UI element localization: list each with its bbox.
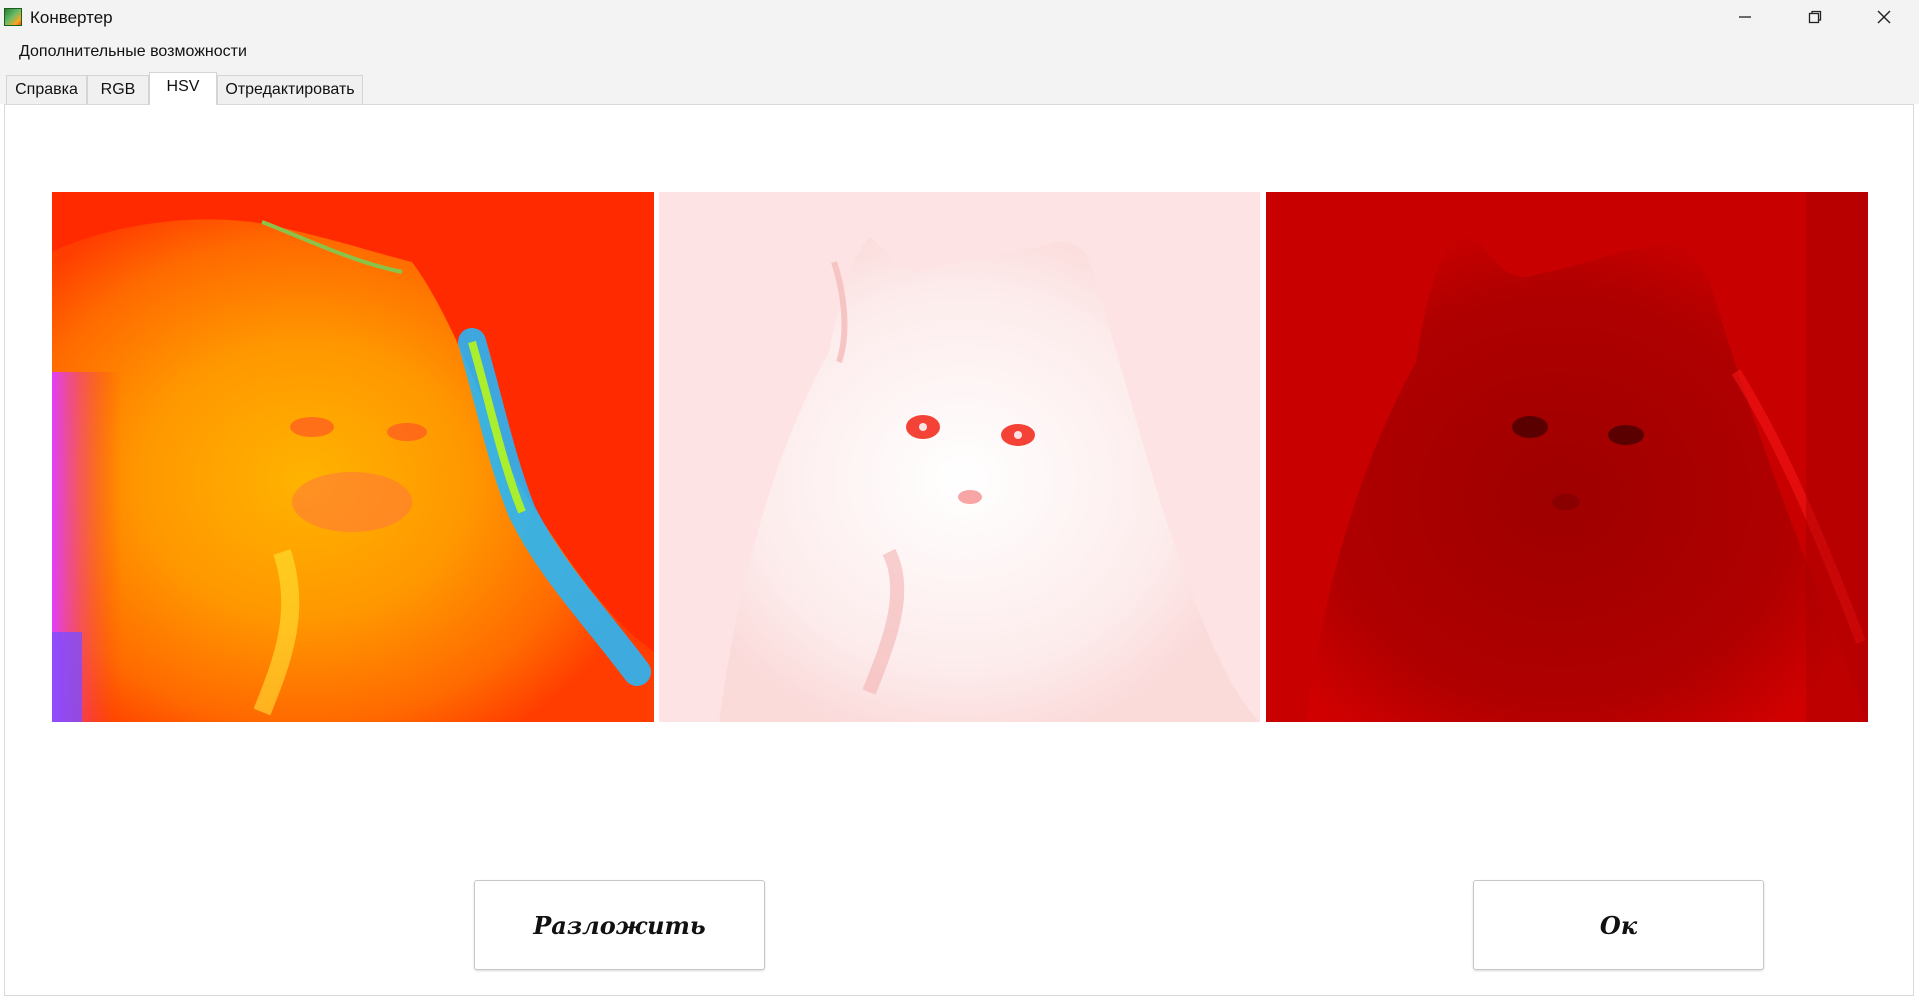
window-title: Конвертер bbox=[30, 8, 113, 27]
minimize-icon bbox=[1739, 16, 1751, 18]
minimize-button[interactable] bbox=[1710, 0, 1780, 34]
app-icon bbox=[4, 8, 22, 26]
saturation-channel-image bbox=[659, 192, 1260, 722]
title-bar: Конвертер bbox=[0, 0, 1919, 34]
menu-extra-features[interactable]: Дополнительные возможности bbox=[19, 43, 247, 61]
ok-button[interactable]: Ок bbox=[1473, 880, 1764, 970]
close-icon bbox=[1877, 10, 1891, 24]
decompose-button[interactable]: Разложить bbox=[474, 880, 765, 970]
menu-bar: Дополнительные возможности bbox=[0, 34, 1919, 70]
tab-rgb[interactable]: RGB bbox=[87, 75, 149, 104]
close-button[interactable] bbox=[1849, 0, 1919, 34]
tab-edit[interactable]: Отредактировать bbox=[217, 75, 363, 104]
restore-button[interactable] bbox=[1780, 0, 1850, 34]
restore-icon bbox=[1808, 10, 1822, 24]
tab-help[interactable]: Справка bbox=[6, 75, 87, 104]
tab-strip: Справка RGB HSV Отредактировать bbox=[0, 70, 1919, 105]
hue-channel-image bbox=[52, 192, 654, 722]
value-channel-image bbox=[1266, 192, 1868, 722]
tab-hsv[interactable]: HSV bbox=[149, 72, 217, 105]
